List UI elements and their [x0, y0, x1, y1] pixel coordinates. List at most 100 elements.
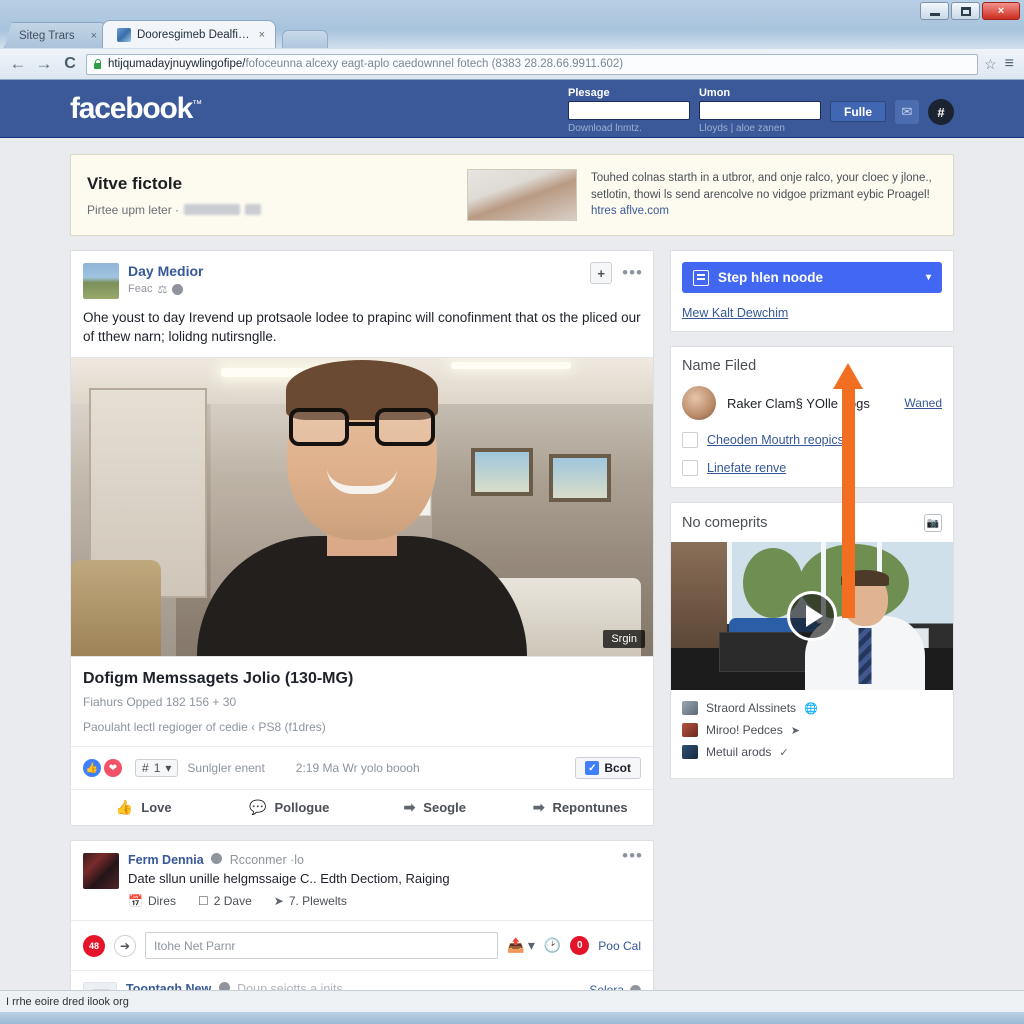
lock-icon: [93, 59, 102, 70]
maximize-button[interactable]: [951, 2, 980, 20]
reaction-count: 1: [154, 761, 161, 775]
browser-menu-icon[interactable]: ≡: [1003, 55, 1016, 73]
post-stats: 👍 ❤ # 1 ▾ Sunlgler enent 2:19 Ma Wr yolo…: [71, 746, 653, 789]
post2-tag-dave[interactable]: ☐ 2 Dave: [198, 894, 252, 908]
close-tab-icon[interactable]: ×: [91, 30, 97, 42]
browser-tab-2[interactable]: Dooresgimeb Dealfichels ×: [102, 20, 276, 48]
photo-badge: Srgin: [603, 630, 645, 648]
action-label: Pollogue: [275, 800, 330, 815]
close-window-button[interactable]: ×: [982, 2, 1020, 20]
email-input[interactable]: [568, 101, 690, 120]
send-circle-icon[interactable]: ➔: [114, 935, 136, 957]
page-viewport: facebook™ Plesage Download lnmtz. Umon L…: [0, 80, 1024, 990]
avatar[interactable]: [682, 386, 716, 420]
upload-button[interactable]: 📤 ▾: [507, 937, 534, 954]
comment-input[interactable]: Itohe Net Parnr: [145, 932, 498, 959]
add-button[interactable]: +: [590, 262, 612, 284]
reaction-count-dropdown[interactable]: # 1 ▾: [135, 759, 178, 777]
attachment-title: Dofigm Memssagets Jolio (130-MG): [83, 670, 641, 688]
sidebar-check-row-1[interactable]: Cheoden Moutrh reopics: [682, 432, 942, 448]
photo-frame: [549, 454, 611, 502]
stat-left-text: Sunlgler enent: [187, 761, 264, 775]
password-field-group: Umon Lloyds | aloe zanen: [699, 87, 821, 134]
address-bar[interactable]: htijqumadayjnuywlingofipe/fofoceunna alc…: [86, 54, 978, 75]
forward-icon[interactable]: →: [34, 54, 54, 74]
play-icon[interactable]: [787, 591, 837, 641]
cta-sublink[interactable]: Mew Kalt Dewchim: [682, 306, 942, 320]
notice-link[interactable]: htres aflve.com: [591, 205, 669, 217]
post-call-label[interactable]: Poo Cal: [598, 939, 641, 953]
check-label[interactable]: Cheoden Moutrh reopics: [707, 433, 844, 447]
avatar[interactable]: [83, 982, 117, 990]
post-action-share[interactable]: ➡ Seogle: [362, 790, 508, 825]
sidebar-name-filed-card: Name Filed Raker Clam§ YOlle Logs Waned…: [670, 346, 954, 488]
notice-body-line2: setlotin, thowi ls send arencolve no vid…: [591, 187, 937, 204]
email-sub-link[interactable]: Download lnmtz.: [568, 123, 690, 134]
avatar[interactable]: [83, 263, 119, 299]
post-photo[interactable]: Srgin: [71, 357, 653, 657]
facebook-header: facebook™ Plesage Download lnmtz. Umon L…: [0, 80, 1024, 138]
check-label[interactable]: Linefate renve: [707, 461, 786, 475]
list-item[interactable]: Miroo! Pedces ➤: [682, 723, 942, 737]
post2-more-button[interactable]: •••: [622, 852, 643, 860]
post-action-love[interactable]: 👍 Love: [71, 790, 217, 825]
clock-icon[interactable]: 🕑: [544, 937, 561, 954]
tab-strip: Siteg Trars × Dooresgimeb Dealfichels ×: [0, 20, 328, 48]
check-icon: ✓: [779, 746, 788, 759]
cta-button[interactable]: Step hlen noode ▾: [682, 262, 942, 293]
boost-button[interactable]: ✓ Bcot: [575, 757, 641, 779]
post-more-button[interactable]: •••: [622, 269, 643, 277]
red-dot-badge: 0: [570, 936, 589, 955]
post-action-repost[interactable]: ➡ Repontunes: [508, 790, 654, 825]
notice-banner: Vitve fictole Pirtee upm leter · Touhed …: [70, 154, 954, 236]
page-icon: [693, 270, 709, 286]
post2-top-actions: •••: [622, 852, 643, 860]
post-author[interactable]: Day Medior: [128, 263, 641, 280]
comment-body: Toontaqh New Doup seiotts a inits. Tiny …: [126, 982, 641, 990]
post-action-comment[interactable]: 💬 Pollogue: [217, 790, 363, 825]
navigation-bar: ← → C htijqumadayjnuywlingofipe/fofoceun…: [0, 49, 1024, 79]
bookmark-star-icon[interactable]: ☆: [984, 56, 997, 73]
back-icon[interactable]: ←: [8, 54, 28, 74]
sidebar-card3-head: No comeprits 📷: [682, 514, 942, 532]
post2-tag-dires[interactable]: 📅 Dires: [128, 894, 176, 908]
page-content: Vitve fictole Pirtee upm leter · Touhed …: [70, 138, 954, 990]
password-sub-link[interactable]: Lloyds | aloe zanen: [699, 123, 821, 134]
checkbox[interactable]: [682, 460, 698, 476]
camera-icon[interactable]: 📷: [924, 514, 942, 532]
message-icon[interactable]: ✉: [895, 100, 919, 124]
facebook-logo[interactable]: facebook™: [70, 92, 202, 126]
post-body-text: Ohe youst to day Irevend up protsaole lo…: [71, 299, 653, 357]
password-input[interactable]: [699, 101, 821, 120]
sidebar: Step hlen noode ▾ Mew Kalt Dewchim Name …: [670, 250, 954, 793]
verified-icon: [219, 982, 230, 990]
browser-tab-1[interactable]: Siteg Trars ×: [4, 22, 108, 48]
sidebar-video[interactable]: [671, 542, 953, 690]
main-column: Day Medior Feac ⚖ + ••• Ohe youst to day…: [70, 250, 654, 990]
chevron-down-icon: ▾: [165, 761, 171, 775]
new-tab-button[interactable]: [282, 30, 328, 48]
list-thumb-icon: [682, 723, 698, 737]
sidebar-check-row-2[interactable]: Linefate renve: [682, 460, 942, 476]
post-header: Day Medior Feac ⚖ + •••: [71, 251, 653, 299]
post2-author[interactable]: Ferm Dennia: [128, 853, 204, 867]
minimize-button[interactable]: [920, 2, 949, 20]
login-button[interactable]: Fulle: [830, 101, 886, 122]
reload-icon[interactable]: C: [60, 55, 80, 73]
notice-body: Touhed colnas starth in a utbror, and on…: [591, 170, 937, 220]
list-item[interactable]: Metuil arods ✓: [682, 745, 942, 759]
comment-author[interactable]: Toontaqh New: [126, 982, 211, 990]
comment-right-action[interactable]: Selora: [589, 983, 641, 990]
close-tab-icon[interactable]: ×: [259, 29, 265, 41]
post2-tag-plewelts[interactable]: ➤ 7. Plewelts: [274, 894, 347, 908]
chevron-down-icon: ▾: [528, 937, 535, 954]
photo-light: [451, 362, 571, 369]
person-link[interactable]: Waned: [904, 396, 942, 410]
checkbox[interactable]: [682, 432, 698, 448]
login-form: Plesage Download lnmtz. Umon Lloyds | al…: [568, 87, 954, 134]
list-label: Miroo! Pedces: [706, 723, 783, 737]
list-item[interactable]: Straord Alssinets 🌐: [682, 701, 942, 715]
hash-icon[interactable]: #: [928, 99, 954, 125]
avatar[interactable]: [83, 853, 119, 889]
stat-right-text: 2:19 Ma Wr yolo boooh: [296, 761, 420, 775]
